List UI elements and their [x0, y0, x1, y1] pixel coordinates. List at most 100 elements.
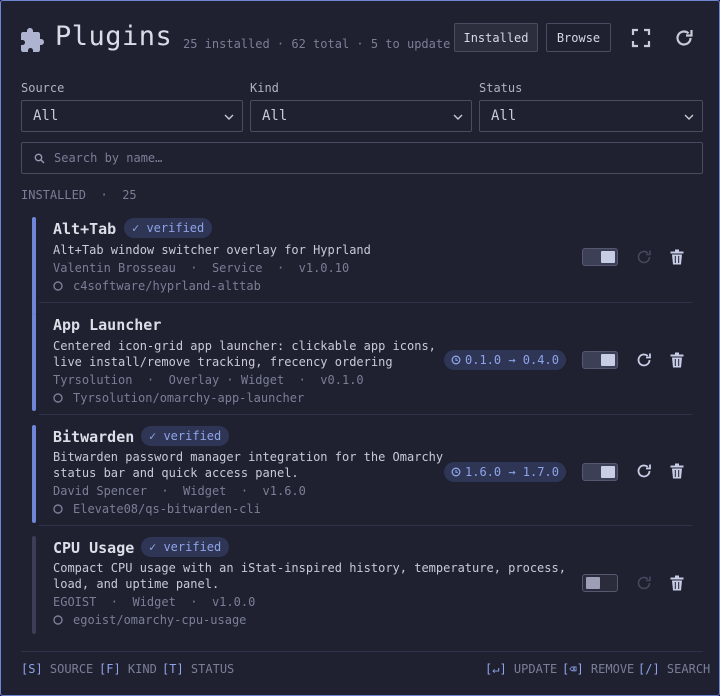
enable-toggle[interactable]	[582, 574, 618, 592]
plugin-card-cpu-usage: CPU Usage ✓ verified Compact CPU usage w…	[32, 536, 692, 634]
puzzle-icon	[21, 28, 44, 52]
repo-link[interactable]: egoist/omarchy-cpu-usage	[73, 613, 246, 627]
shortcut-update: [↵] UPDATE	[485, 662, 557, 676]
kind-filter-label: Kind	[250, 81, 279, 95]
plugin-name: App Launcher	[53, 316, 162, 334]
status-filter-value: All	[491, 108, 517, 124]
section-label: INSTALLED	[21, 188, 87, 202]
source-filter-select[interactable]: All	[21, 100, 243, 132]
installed-tab-button[interactable]: Installed	[454, 23, 538, 52]
update-icon[interactable]	[636, 352, 652, 368]
repo-link[interactable]: Elevate08/qs-bitwarden-cli	[73, 502, 261, 516]
trash-icon[interactable]	[669, 463, 685, 479]
status-filter-select[interactable]: All	[479, 100, 703, 132]
shortcut-search: [/] SEARCH	[638, 662, 710, 676]
kind-filter-select[interactable]: All	[250, 100, 472, 132]
plugins-window: Plugins 25 installed · 62 total · 5 to u…	[0, 0, 720, 696]
plugin-meta: EGOIST · Widget · v1.0.0	[53, 595, 256, 609]
plugin-card-app-launcher: App Launcher Centered icon-grid app laun…	[32, 313, 692, 411]
shortcut-label: SOURCE	[49, 662, 94, 676]
chevron-down-icon	[224, 114, 234, 120]
repo-link[interactable]: c4software/hyprland-alttab	[73, 279, 261, 293]
update-available-badge: 1.6.0 → 1.7.0	[444, 462, 566, 482]
footer-divider	[21, 651, 703, 652]
clock-icon	[451, 355, 461, 365]
fullscreen-icon[interactable]	[631, 28, 651, 48]
shortcut-label: KIND	[127, 662, 157, 676]
plugin-meta: Tyrsolution · Overlay · Widget · v0.1.0	[53, 373, 364, 387]
update-available-badge: 0.1.0 → 0.4.0	[444, 350, 566, 370]
plugin-description: Bitwarden password manager integration f…	[53, 449, 443, 481]
source-filter-value: All	[33, 108, 59, 124]
update-icon[interactable]	[636, 463, 652, 479]
plugin-description: Compact CPU usage with an iStat-inspired…	[53, 560, 566, 592]
shortcut-key: [/]	[638, 662, 660, 676]
shortcut-label: STATUS	[190, 662, 235, 676]
toggle-knob	[601, 354, 615, 366]
toggle-knob	[586, 577, 600, 589]
search-field[interactable]	[21, 142, 703, 174]
enable-toggle[interactable]	[582, 248, 618, 266]
verified-badge: ✓ verified	[141, 537, 230, 557]
status-filter-label: Status	[479, 81, 523, 95]
plugin-name: Alt+Tab	[53, 220, 117, 238]
update-icon	[637, 250, 651, 264]
trash-icon[interactable]	[669, 575, 685, 591]
shortcut-label: UPDATE	[513, 662, 558, 676]
card-divider	[39, 302, 692, 303]
github-icon	[53, 281, 63, 291]
plugin-repo[interactable]: Elevate08/qs-bitwarden-cli	[53, 502, 261, 516]
plugin-meta: Valentin Brosseau · Service · v1.0.10	[53, 261, 350, 275]
installed-section-header: INSTALLED · 25	[21, 188, 137, 202]
plugin-description: Centered icon-grid app launcher: clickab…	[53, 338, 436, 370]
description-line-2: status bar and quick access panel.	[53, 466, 299, 480]
plugin-name: CPU Usage	[53, 539, 135, 557]
shortcut-status: [T] STATUS	[162, 662, 234, 676]
plugin-description: Alt+Tab window switcher overlay for Hypr…	[53, 243, 371, 257]
search-input[interactable]	[52, 150, 656, 166]
plugin-card-alt-tab: Alt+Tab ✓ verified Alt+Tab window switch…	[32, 217, 692, 315]
enable-toggle[interactable]	[582, 463, 618, 481]
trash-icon[interactable]	[669, 352, 685, 368]
clock-icon	[451, 467, 461, 477]
plugin-card-bitwarden: Bitwarden ✓ verified Bitwarden password …	[32, 425, 692, 523]
plugin-repo[interactable]: Tyrsolution/omarchy-app-launcher	[53, 391, 304, 405]
plugin-repo[interactable]: c4software/hyprland-alttab	[53, 279, 261, 293]
card-divider	[39, 414, 692, 415]
github-icon	[53, 504, 63, 514]
reload-icon[interactable]	[674, 28, 694, 48]
verified-badge: ✓ verified	[141, 426, 230, 446]
accent-bar	[32, 536, 36, 634]
shortcut-key: [S]	[21, 662, 43, 676]
accent-bar	[32, 217, 36, 315]
github-icon	[53, 615, 63, 625]
description-line-1: Centered icon-grid app launcher: clickab…	[53, 339, 436, 353]
chevron-down-icon	[684, 114, 694, 120]
accent-bar	[32, 313, 36, 411]
plugin-meta: David Spencer · Widget · v1.6.0	[53, 484, 306, 498]
plugin-repo[interactable]: egoist/omarchy-cpu-usage	[53, 613, 246, 627]
description-line-2: live install/remove tracking, frecency o…	[53, 355, 393, 369]
plugin-stats: 25 installed · 62 total · 5 to update	[183, 37, 451, 51]
shortcut-label: REMOVE	[590, 662, 635, 676]
description-line-1: Compact CPU usage with an iStat-inspired…	[53, 561, 566, 575]
card-divider	[39, 525, 692, 526]
repo-link[interactable]: Tyrsolution/omarchy-app-launcher	[73, 391, 304, 405]
shortcut-key: [T]	[162, 662, 184, 676]
trash-icon[interactable]	[669, 249, 685, 265]
section-count: 25	[122, 188, 137, 202]
verified-badge: ✓ verified	[124, 218, 213, 238]
version-change: 1.6.0 → 1.7.0	[465, 465, 559, 479]
update-icon	[637, 576, 651, 590]
toggle-knob	[601, 466, 615, 478]
shortcut-kind: [F] KIND	[99, 662, 157, 676]
page-title: Plugins	[55, 21, 173, 52]
section-separator: ·	[93, 188, 115, 202]
browse-tab-button[interactable]: Browse	[546, 23, 611, 52]
shortcut-label: SEARCH	[666, 662, 711, 676]
enable-toggle[interactable]	[582, 351, 618, 369]
chevron-down-icon	[453, 114, 463, 120]
toggle-knob	[601, 251, 615, 263]
source-filter-label: Source	[21, 81, 65, 95]
shortcut-key: [⌫]	[562, 662, 584, 676]
